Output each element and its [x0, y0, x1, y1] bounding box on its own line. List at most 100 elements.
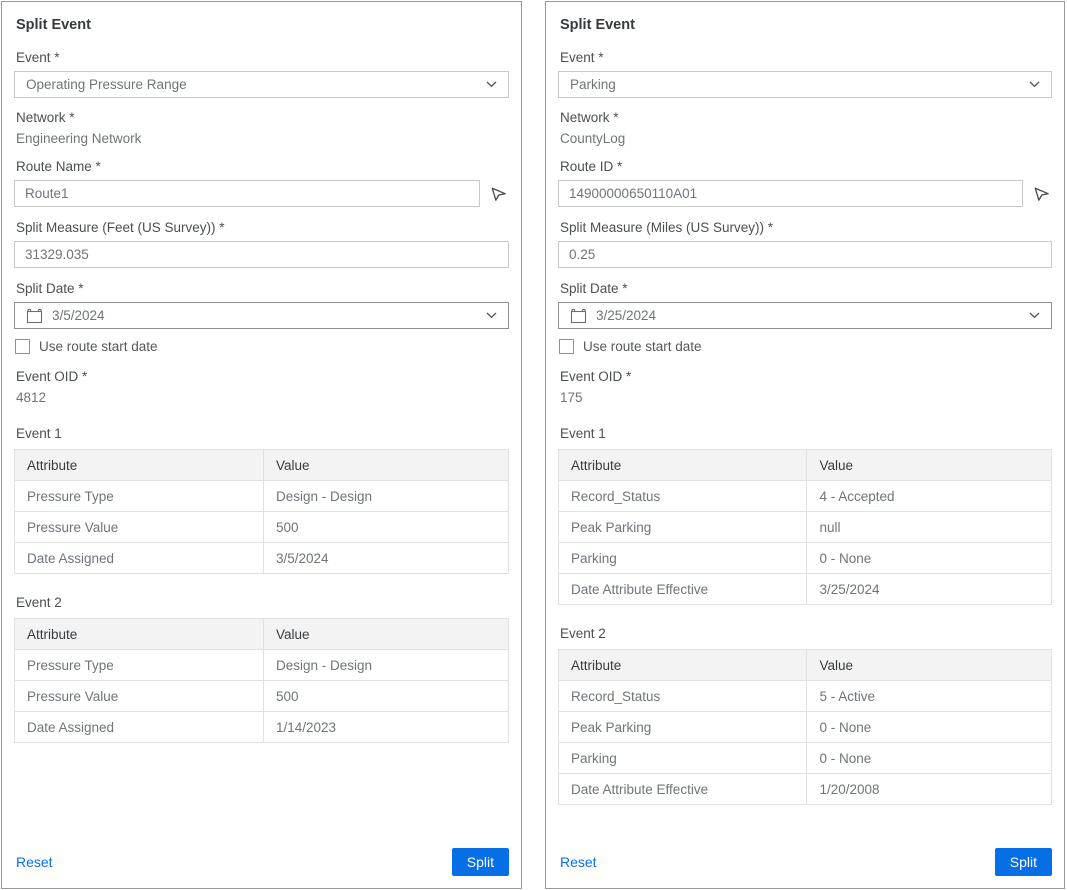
chevron-down-icon [486, 81, 497, 88]
split-event-panel-left: Split Event Event * Operating Pressure R… [1, 1, 522, 889]
column-header: Attribute [15, 450, 264, 481]
value-cell: 0 - None [807, 712, 1052, 743]
attribute-cell: Peak Parking [559, 512, 807, 543]
chevron-down-icon [1029, 312, 1040, 319]
attribute-cell: Record_Status [559, 681, 807, 712]
reset-link[interactable]: Reset [560, 854, 597, 870]
column-header: Value [263, 619, 508, 650]
table-row: Pressure TypeDesign - Design [15, 650, 509, 681]
date-label: Split Date * [16, 281, 509, 296]
network-value: CountyLog [560, 131, 1052, 146]
attribute-cell: Pressure Value [15, 512, 264, 543]
event1-table: AttributeValuePressure TypeDesign - Desi… [14, 449, 509, 574]
attribute-cell: Pressure Type [15, 650, 264, 681]
column-header: Value [807, 450, 1052, 481]
network-label: Network * [16, 110, 509, 125]
event-oid-label: Event OID * [560, 369, 1052, 384]
event-label: Event * [560, 50, 1052, 65]
column-header: Attribute [559, 650, 807, 681]
value-cell: Design - Design [263, 481, 508, 512]
attribute-cell: Date Assigned [15, 712, 264, 743]
attribute-cell: Record_Status [559, 481, 807, 512]
route-input[interactable] [14, 180, 480, 207]
checkbox-label: Use route start date [583, 339, 702, 354]
calendar-icon [26, 308, 43, 324]
checkbox-label: Use route start date [39, 339, 158, 354]
event-select-value: Operating Pressure Range [26, 77, 187, 92]
route-label: Route ID * [560, 159, 1052, 174]
attribute-cell: Pressure Value [15, 681, 264, 712]
split-date-value: 3/5/2024 [52, 308, 105, 323]
event2-heading: Event 2 [560, 626, 1052, 641]
table-row: Date Attribute Effective3/25/2024 [559, 574, 1052, 605]
column-header: Value [807, 650, 1052, 681]
network-value: Engineering Network [16, 131, 509, 146]
attribute-cell: Date Assigned [15, 543, 264, 574]
event-select[interactable]: Operating Pressure Range [14, 71, 509, 98]
network-label: Network * [560, 110, 1052, 125]
value-cell: 500 [263, 512, 508, 543]
event-select-value: Parking [570, 77, 616, 92]
table-row: Pressure Value500 [15, 681, 509, 712]
split-date-picker[interactable]: 3/25/2024 [558, 302, 1052, 329]
measure-label: Split Measure (Feet (US Survey)) * [16, 220, 509, 235]
value-cell: 1/20/2008 [807, 774, 1052, 805]
column-header: Attribute [559, 450, 807, 481]
table-row: Date Assigned3/5/2024 [15, 543, 509, 574]
route-label: Route Name * [16, 159, 509, 174]
chevron-down-icon [1029, 81, 1040, 88]
event2-heading: Event 2 [16, 595, 509, 610]
split-date-picker[interactable]: 3/5/2024 [14, 302, 509, 329]
event-oid-label: Event OID * [16, 369, 509, 384]
measure-label: Split Measure (Miles (US Survey)) * [560, 220, 1052, 235]
value-cell: 5 - Active [807, 681, 1052, 712]
route-input[interactable] [558, 180, 1023, 207]
table-row: Parking0 - None [559, 743, 1052, 774]
event-oid-value: 175 [560, 390, 1052, 405]
chevron-down-icon [486, 312, 497, 319]
attribute-cell: Date Attribute Effective [559, 774, 807, 805]
split-event-panel-right: Split Event Event * Parking Network * Co… [545, 1, 1065, 889]
value-cell: 4 - Accepted [807, 481, 1052, 512]
split-date-value: 3/25/2024 [596, 308, 656, 323]
attribute-cell: Parking [559, 543, 807, 574]
map-select-pointer-icon[interactable] [487, 183, 509, 205]
event2-table: AttributeValuePressure TypeDesign - Desi… [14, 618, 509, 743]
event-label: Event * [16, 50, 509, 65]
event1-heading: Event 1 [560, 426, 1052, 441]
table-row: Peak Parking0 - None [559, 712, 1052, 743]
date-label: Split Date * [560, 281, 1052, 296]
event2-table: AttributeValueRecord_Status5 - ActivePea… [558, 649, 1052, 805]
attribute-cell: Peak Parking [559, 712, 807, 743]
use-route-start-date-checkbox[interactable]: Use route start date [559, 339, 1052, 354]
value-cell: Design - Design [263, 650, 508, 681]
calendar-icon [570, 308, 587, 324]
value-cell: 0 - None [807, 743, 1052, 774]
use-route-start-date-checkbox[interactable]: Use route start date [15, 339, 509, 354]
table-row: Pressure TypeDesign - Design [15, 481, 509, 512]
measure-input[interactable] [558, 241, 1052, 268]
checkbox-unchecked[interactable] [15, 339, 30, 354]
event1-table: AttributeValueRecord_Status4 - AcceptedP… [558, 449, 1052, 605]
value-cell: 3/5/2024 [263, 543, 508, 574]
table-row: Date Attribute Effective1/20/2008 [559, 774, 1052, 805]
reset-link[interactable]: Reset [16, 854, 53, 870]
event1-heading: Event 1 [16, 426, 509, 441]
event-select[interactable]: Parking [558, 71, 1052, 98]
panel-title: Split Event [560, 17, 1052, 33]
split-button[interactable]: Split [995, 848, 1052, 876]
attribute-cell: Parking [559, 743, 807, 774]
value-cell: null [807, 512, 1052, 543]
table-row: Date Assigned1/14/2023 [15, 712, 509, 743]
measure-input[interactable] [14, 241, 509, 268]
value-cell: 0 - None [807, 543, 1052, 574]
split-button[interactable]: Split [452, 848, 509, 876]
table-row: Parking0 - None [559, 543, 1052, 574]
checkbox-unchecked[interactable] [559, 339, 574, 354]
attribute-cell: Date Attribute Effective [559, 574, 807, 605]
panel-title: Split Event [16, 17, 509, 33]
value-cell: 3/25/2024 [807, 574, 1052, 605]
value-cell: 500 [263, 681, 508, 712]
map-select-pointer-icon[interactable] [1030, 183, 1052, 205]
column-header: Value [263, 450, 508, 481]
